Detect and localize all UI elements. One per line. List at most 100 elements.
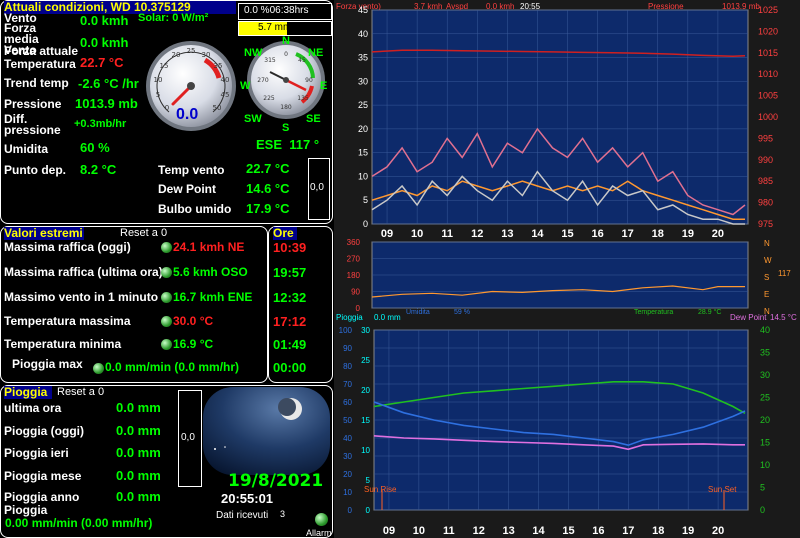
climate-chart-left-tick: 10 (343, 488, 352, 497)
sunrise-label: Sun Rise (364, 485, 397, 494)
wind-chart-left-tick: 5 (363, 195, 368, 205)
svg-text:225: 225 (263, 95, 275, 102)
climate-chart-x-tick: 10 (413, 525, 425, 537)
compass-e: E (320, 80, 328, 92)
wind-chart-x-tick: 15 (561, 228, 573, 240)
wind-chart-x-tick: 10 (411, 228, 423, 240)
extreme-time: 19:57 (273, 265, 307, 280)
humidity-value: 60 % (80, 140, 110, 155)
svg-text:0: 0 (284, 51, 288, 58)
rain-reset[interactable]: Reset a 0 (57, 386, 104, 398)
climate-chart-humidity-label: Umidita (406, 309, 430, 316)
climate-chart-x-tick: 15 (562, 525, 574, 537)
direction-text: ESE 117 ° (256, 137, 320, 152)
humidity-label: Umidita (4, 142, 49, 156)
climate-chart-x-tick: 17 (622, 525, 634, 537)
climate-chart-x-tick: 11 (443, 525, 455, 537)
climate-chart-left-tick: 100 (339, 326, 353, 335)
direction-chart-tick: 180 (347, 271, 361, 280)
climate-chart-right-tick: 25 (760, 393, 770, 403)
extreme-time: 17:12 (273, 314, 307, 329)
rain-row-value: 0.0 mm (116, 423, 161, 438)
extreme-value: 0.0 mm/min (0.0 mm/hr) (105, 360, 240, 374)
wind-chart-header-pressure-label: Pressione (648, 2, 684, 11)
direction-chart-value: 117 (778, 269, 791, 278)
rain-row-value: 0.0 mm (116, 400, 161, 415)
climate-chart-right-tick: 0 (760, 505, 765, 515)
svg-text:20: 20 (172, 51, 181, 59)
svg-text:35: 35 (214, 62, 223, 70)
svg-text:25: 25 (187, 47, 196, 55)
wind-chart-left-tick: 20 (358, 124, 368, 134)
hours-title: Ore (273, 227, 297, 240)
wind-chart-x-tick: 16 (591, 228, 603, 240)
climate-chart-rain-label: Pioggia (336, 313, 363, 322)
extreme-indicator-icon[interactable] (161, 242, 172, 253)
extreme-label: Temperatura massima (4, 314, 131, 328)
extreme-indicator-icon[interactable] (161, 292, 172, 303)
climate-chart-left-tick: 60 (343, 398, 352, 407)
wind-chart-header-time: 20:55 (520, 2, 541, 11)
climate-chart-right-tick: 35 (760, 348, 770, 358)
wet-bulb-value: 17.9 °C (246, 201, 290, 216)
svg-text:90: 90 (305, 77, 313, 84)
pressure-diff-value: +0.3mb/hr (74, 118, 127, 130)
extreme-time: 01:49 (273, 337, 307, 352)
wind-chart-plot (371, 9, 749, 225)
wind-chart-x-tick: 11 (441, 228, 453, 240)
wind-chart-x-tick: 20 (712, 228, 724, 240)
compass-w: W (240, 80, 251, 92)
climate-chart-temp-value: 28.9 °C (698, 308, 721, 316)
climate-chart-dew-label: Dew Point (730, 313, 767, 322)
temp-label: Temperatura (4, 57, 76, 71)
rain-date: 19/8/2021 (228, 471, 324, 491)
rain-title: Pioggia (4, 386, 52, 399)
wind-chart-x-tick: 18 (652, 228, 664, 240)
rain-side-value: 0,0 (181, 432, 195, 443)
compass-s: S (282, 122, 290, 134)
svg-text:30: 30 (202, 51, 211, 59)
extreme-value: 16.9 °C (173, 337, 214, 351)
direction-chart-tick: 90 (351, 288, 360, 297)
extremes-reset[interactable]: Reset a 0 (120, 227, 167, 239)
rain-row-value: 0.0 mm (116, 468, 161, 483)
extreme-time: 00:00 (273, 360, 307, 375)
climate-chart-humidity-value: 59 % (454, 309, 470, 316)
conditions-side-value: 0,0 (310, 182, 324, 193)
extreme-time: 12:32 (273, 290, 307, 305)
avg-wind-value: 0.0 kmh (80, 35, 129, 50)
status-et: 5.7 mm ET (258, 22, 307, 33)
status-time: 0.0 %06:38hrs (244, 5, 309, 16)
climate-chart-right-tick: 15 (760, 438, 770, 448)
climate-chart-left-tick: 0 (348, 506, 353, 515)
wind-chart-x-tick: 17 (622, 228, 634, 240)
rain-row-value: 0.0 mm (116, 489, 161, 504)
rain-row-label: ultima ora (4, 401, 62, 415)
rain-row-label: Pioggia ieri (4, 446, 69, 460)
extreme-indicator-icon[interactable] (93, 363, 104, 374)
rain-row-label: Pioggia anno (4, 490, 80, 504)
pressure-label: Pressione (4, 97, 62, 111)
extreme-indicator-icon[interactable] (161, 267, 172, 278)
extreme-label: Massimo vento in 1 minuto (4, 290, 159, 304)
direction-chart-compass-label: S (764, 273, 769, 282)
extreme-indicator-icon[interactable] (161, 339, 172, 350)
climate-chart-x-tick: 09 (383, 525, 395, 537)
wind-value: 0.0 kmh (80, 13, 129, 28)
dewpoint-value: 8.2 °C (80, 162, 117, 177)
extreme-label: Massima raffica (ultima ora) (4, 265, 163, 279)
svg-text:270: 270 (257, 77, 269, 84)
trend-label: Trend temp (4, 76, 69, 90)
alarm-indicator-icon[interactable] (315, 513, 328, 526)
svg-text:10: 10 (154, 76, 163, 84)
extreme-label: Temperatura minima (4, 337, 122, 351)
climate-chart-rain-value: 0.0 mm (374, 313, 401, 322)
compass-n: N (282, 35, 290, 47)
climate-chart-temp-label: Temperatura (634, 309, 673, 316)
wind-chart-left-tick: 0 (363, 219, 368, 229)
extreme-indicator-icon[interactable] (161, 316, 172, 327)
dew-point-label: Dew Point (158, 182, 217, 196)
wind-temp-value: 22.7 °C (246, 161, 290, 176)
rain-rate-label: Pioggia (4, 503, 48, 517)
wind-chart-right-tick: 995 (758, 133, 773, 143)
